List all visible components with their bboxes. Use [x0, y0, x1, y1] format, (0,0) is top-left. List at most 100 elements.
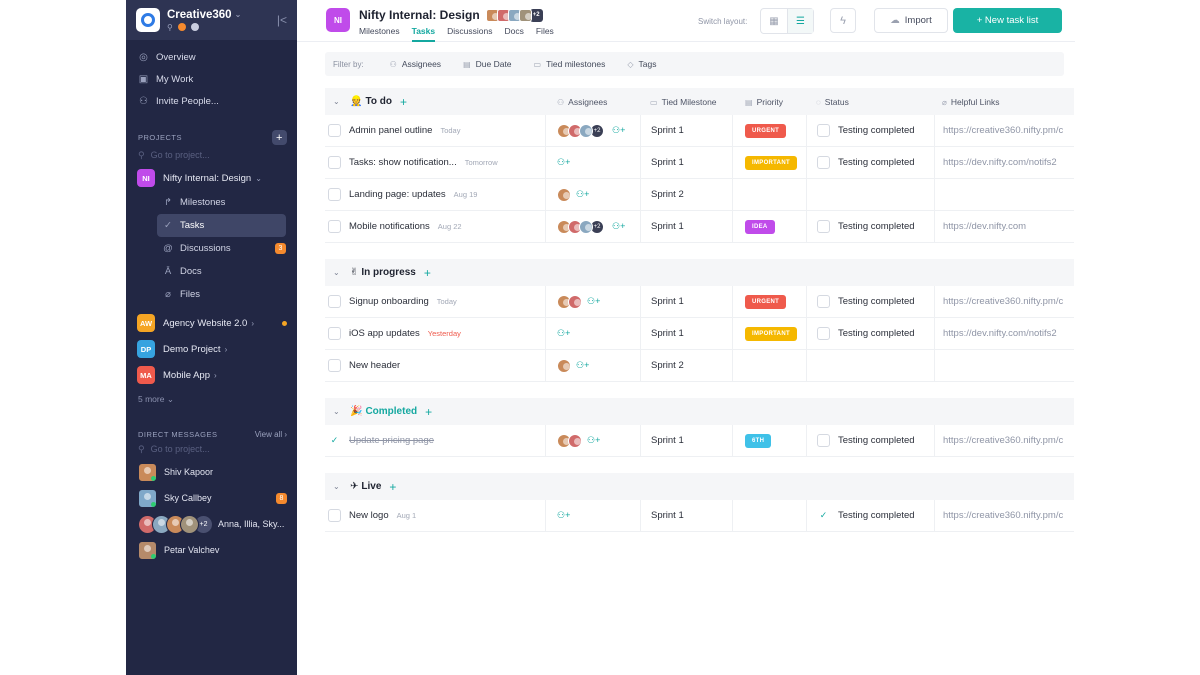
- dm-item[interactable]: +2 Anna, Illia, Sky...: [126, 511, 297, 537]
- table-row[interactable]: Mobile notifications Aug 22 +2 ⚇+ Sprint 1 ID…: [325, 211, 1074, 243]
- due-date[interactable]: Aug 22: [438, 222, 462, 231]
- tab-files[interactable]: Files: [536, 26, 554, 42]
- milestone-cell[interactable]: Sprint 2: [641, 350, 733, 381]
- chevron-down-icon[interactable]: ⌄: [333, 407, 345, 416]
- priority-cell[interactable]: [733, 179, 807, 210]
- sidebar-item-files[interactable]: ⌀ Files: [157, 283, 286, 306]
- task-name[interactable]: Tasks: show notification...: [349, 157, 457, 168]
- milestone-cell[interactable]: Sprint 1: [641, 211, 733, 242]
- task-checkbox[interactable]: ✓: [328, 434, 341, 447]
- new-task-list-button[interactable]: + New task list: [953, 8, 1062, 33]
- chevron-down-icon[interactable]: ⌄: [333, 97, 345, 106]
- task-checkbox[interactable]: [328, 295, 341, 308]
- milestone-cell[interactable]: Sprint 1: [641, 286, 733, 317]
- task-group-name[interactable]: 🎉 Completed: [350, 406, 417, 417]
- due-date[interactable]: Today: [437, 297, 457, 306]
- milestone-cell[interactable]: Sprint 1: [641, 425, 733, 456]
- grid-layout-icon[interactable]: ▦: [761, 9, 787, 33]
- nav-item-my-work[interactable]: ▣ My Work: [126, 68, 297, 90]
- priority-cell[interactable]: IMPORTANT: [733, 147, 807, 178]
- filter-due-date[interactable]: ▤ Due Date: [463, 59, 511, 69]
- helpful-link[interactable]: https://creative360.nifty.pm/c: [935, 115, 1074, 146]
- task-checkbox[interactable]: [328, 220, 341, 233]
- status-cell[interactable]: Testing completed: [807, 211, 935, 242]
- workspace-header[interactable]: Creative360 ⌄ ⚲ |<: [126, 0, 297, 40]
- due-date[interactable]: Aug 1: [397, 511, 417, 520]
- status-checkbox[interactable]: [817, 156, 830, 169]
- table-row[interactable]: New header ⚇+ Sprint 2: [325, 350, 1074, 382]
- sidebar-item-docs[interactable]: Ā Docs: [157, 260, 286, 283]
- sidebar-item-discussions[interactable]: @ Discussions 3: [157, 237, 286, 260]
- sidebar-project[interactable]: NI Nifty Internal: Design ⌄: [126, 165, 297, 191]
- task-name[interactable]: Mobile notifications: [349, 221, 430, 232]
- filter-tied-milestones[interactable]: ▭ Tied milestones: [534, 59, 606, 69]
- nav-item-invite-people[interactable]: ⚇ Invite People...: [126, 90, 297, 112]
- column-header-milestone[interactable]: ▭ Tied Milestone: [650, 97, 717, 107]
- task-name[interactable]: iOS app updates: [349, 328, 420, 339]
- add-assignee-icon[interactable]: ⚇+: [612, 125, 625, 136]
- status-checkbox[interactable]: ✓: [817, 509, 830, 522]
- add-assignee-icon[interactable]: ⚇+: [576, 189, 589, 200]
- status-cell[interactable]: Testing completed: [807, 318, 935, 349]
- status-checkbox[interactable]: [817, 124, 830, 137]
- milestone-cell[interactable]: Sprint 2: [641, 179, 733, 210]
- helpful-link[interactable]: https://creative360.nifty.pm/c: [935, 425, 1074, 456]
- sidebar-project[interactable]: MA Mobile App ›: [126, 362, 297, 388]
- workspace-name[interactable]: Creative360 ⌄: [167, 9, 277, 21]
- column-header-links[interactable]: ⌀ Helpful Links: [942, 97, 1000, 107]
- sidebar-project[interactable]: DP Demo Project ›: [126, 336, 297, 362]
- list-layout-icon[interactable]: ☰: [787, 9, 813, 33]
- avatar[interactable]: [557, 187, 571, 202]
- status-cell[interactable]: [807, 179, 935, 210]
- status-checkbox[interactable]: [817, 327, 830, 340]
- task-group-name[interactable]: ✈ Live: [350, 481, 381, 492]
- filter-tags[interactable]: ◇ Tags: [627, 59, 656, 69]
- milestone-cell[interactable]: Sprint 1: [641, 318, 733, 349]
- task-checkbox[interactable]: [328, 509, 341, 522]
- task-checkbox[interactable]: [328, 359, 341, 372]
- task-name[interactable]: Admin panel outline: [349, 125, 432, 136]
- helpful-link[interactable]: https://creative360.nifty.pm/c: [935, 286, 1074, 317]
- dm-item[interactable]: Sky Callbey 8: [126, 485, 297, 511]
- task-checkbox[interactable]: [328, 124, 341, 137]
- status-checkbox[interactable]: [817, 220, 830, 233]
- dm-item[interactable]: Petar Valchev: [126, 537, 297, 563]
- table-row[interactable]: New logo Aug 1 ⚇+ Sprint 1 ✓ Testing complete…: [325, 500, 1074, 532]
- column-header-status[interactable]: ◌ Status: [816, 97, 849, 107]
- status-cell[interactable]: Testing completed: [807, 147, 935, 178]
- task-checkbox[interactable]: [328, 156, 341, 169]
- filter-assignees[interactable]: ⚇ Assignees: [390, 59, 441, 69]
- status-cell[interactable]: Testing completed: [807, 286, 935, 317]
- add-assignee-icon[interactable]: ⚇+: [576, 360, 589, 371]
- task-name[interactable]: New header: [349, 360, 400, 371]
- sidebar-item-tasks[interactable]: ✓ Tasks: [157, 214, 286, 237]
- table-row[interactable]: Admin panel outline Today +2 ⚇+ Sprint 1 URGE…: [325, 115, 1074, 147]
- automation-bolt-icon[interactable]: ϟ: [830, 8, 856, 33]
- task-checkbox[interactable]: [328, 188, 341, 201]
- avatar[interactable]: [579, 219, 593, 234]
- priority-cell[interactable]: IMPORTANT: [733, 318, 807, 349]
- search-icon[interactable]: ⚲: [167, 23, 173, 32]
- helpful-link[interactable]: https://creative360.nifty.pm/c: [935, 500, 1074, 531]
- helpful-link[interactable]: https://dev.nifty.com: [935, 211, 1074, 242]
- priority-cell[interactable]: [733, 500, 807, 531]
- helpful-link[interactable]: [935, 350, 1074, 381]
- due-date[interactable]: Yesterday: [428, 329, 461, 338]
- helpful-link[interactable]: https://dev.nifty.com/notifs2: [935, 318, 1074, 349]
- project-members[interactable]: +2: [485, 8, 543, 22]
- import-button[interactable]: ☁ Import: [874, 8, 948, 33]
- avatar[interactable]: [568, 433, 582, 448]
- status-cell[interactable]: ✓ Testing completed: [807, 500, 935, 531]
- helpful-link[interactable]: https://dev.nifty.com/notifs2: [935, 147, 1074, 178]
- tab-tasks[interactable]: Tasks: [411, 26, 436, 42]
- task-checkbox[interactable]: [328, 327, 341, 340]
- tab-milestones[interactable]: Milestones: [359, 26, 400, 42]
- collapse-sidebar-icon[interactable]: |<: [277, 13, 287, 27]
- column-header-priority[interactable]: ▤ Priority: [745, 97, 783, 107]
- table-row[interactable]: iOS app updates Yesterday ⚇+ Sprint 1 IMPORT…: [325, 318, 1074, 350]
- add-task-button[interactable]: +: [389, 480, 396, 494]
- table-row[interactable]: ✓ Update pricing page ⚇+ Sprint 1 6TH Testing…: [325, 425, 1074, 457]
- status-checkbox[interactable]: [817, 434, 830, 447]
- chevron-down-icon[interactable]: ⌄: [333, 482, 345, 491]
- add-project-button[interactable]: +: [272, 130, 287, 145]
